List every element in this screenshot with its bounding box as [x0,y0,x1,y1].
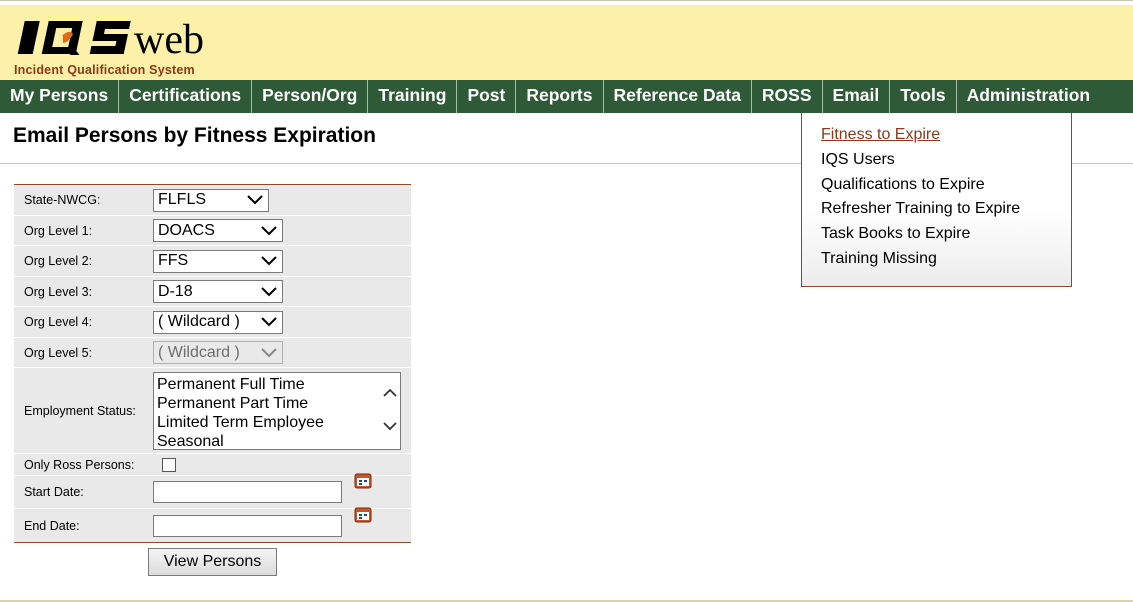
only-ross-checkbox[interactable] [162,457,176,472]
menu-item-iqs-users[interactable]: IQS Users [802,148,1071,173]
org2-select-value: FFS [158,252,189,269]
employment-listbox[interactable]: Permanent Full Time Permanent Part Time … [153,371,401,451]
state-label: State-NWCG: [24,193,101,207]
ross-label: Only Ross Persons: [24,457,135,472]
view-persons-button[interactable]: View Persons [148,548,277,576]
org1-label: Org Level 1: [24,223,93,238]
email-dropdown-menu: Fitness to Expire IQS Users Qualificatio… [801,113,1072,287]
menu-item-training-missing[interactable]: Training Missing [802,247,1071,272]
chevron-down-icon [261,317,277,327]
org4-select-value: ( Wildcard ) [158,313,240,330]
employment-option[interactable]: Permanent Part Time [157,394,400,413]
org2-select[interactable]: FFS [153,249,283,273]
nav-administration[interactable]: Administration [957,80,1100,113]
listbox-scrollbar[interactable] [382,387,398,435]
org5-label: Org Level 5: [24,345,93,360]
chevron-down-icon [261,286,277,296]
org5-select: ( Wildcard ) [153,341,283,364]
nav-email[interactable]: Email [822,80,891,113]
menu-item-qualifications-to-expire[interactable]: Qualifications to Expire [802,173,1071,198]
logo-mark [17,21,131,55]
chevron-down-icon [247,195,263,205]
state-select[interactable]: FLFLS [153,188,269,212]
logo-subtitle: Incident Qualification System [14,63,195,77]
nav-reference-data[interactable]: Reference Data [604,80,752,113]
chevron-down-icon [261,225,277,235]
chevron-up-icon [383,388,397,397]
employment-row: Employment Status: Permanent Full Time P… [14,368,411,454]
employment-option[interactable]: Permanent Full Time [157,375,400,394]
org4-row: Org Level 4: ( Wildcard ) [14,307,411,338]
menu-item-fitness-to-expire[interactable]: Fitness to Expire [802,123,1071,148]
nav-person-org[interactable]: Person/Org [252,80,369,113]
org3-select-value: D-18 [158,282,193,300]
page-title: Email Persons by Fitness Expiration [13,124,376,147]
filter-form: State-NWCG: FLFLS Org Level 1: DOACS Org… [14,184,411,543]
calendar-icon[interactable] [354,473,372,489]
main-nav: My Persons Certifications Person/Org Tra… [0,80,1133,113]
org1-select-value: DOACS [158,221,215,239]
org3-label: Org Level 3: [24,284,93,299]
calendar-icon[interactable] [354,507,372,523]
app-header: web Incident Qualification System [0,5,1133,80]
org5-row: Org Level 5: ( Wildcard ) [14,338,411,368]
logo-web-word: web [134,17,204,63]
nav-ross[interactable]: ROSS [752,80,823,113]
chevron-down-icon [383,421,397,430]
org5-select-value: ( Wildcard ) [158,343,240,361]
nav-training[interactable]: Training [368,80,458,113]
end-date-label: End Date: [24,518,80,533]
end-date-row: End Date: [14,507,411,542]
start-date-input[interactable] [153,481,342,503]
nav-post[interactable]: Post [457,80,517,113]
employment-label: Employment Status: [24,403,136,418]
nav-certifications[interactable]: Certifications [119,80,253,113]
chevron-down-icon [261,347,277,357]
employment-option[interactable]: Seasonal [157,432,400,451]
org3-row: Org Level 3: D-18 [14,277,411,307]
state-select-value: FLFLS [158,191,207,208]
org2-label: Org Level 2: [24,254,93,268]
chevron-down-icon [261,256,277,266]
menu-item-refresher-training-to-expire[interactable]: Refresher Training to Expire [802,197,1071,222]
nav-tools[interactable]: Tools [890,80,957,113]
org3-select[interactable]: D-18 [153,280,283,303]
state-row: State-NWCG: FLFLS [14,185,411,216]
nav-my-persons[interactable]: My Persons [0,80,120,113]
org4-select[interactable]: ( Wildcard ) [153,310,283,334]
org2-row: Org Level 2: FFS [14,246,411,277]
start-date-row: Start Date: [14,473,411,509]
menu-item-task-books-to-expire[interactable]: Task Books to Expire [802,222,1071,247]
org1-select[interactable]: DOACS [153,219,283,242]
nav-reports[interactable]: Reports [516,80,604,113]
employment-option[interactable]: Limited Term Employee [157,413,400,432]
org1-row: Org Level 1: DOACS [14,216,411,246]
start-date-label: Start Date: [24,485,84,499]
org4-label: Org Level 4: [24,315,93,329]
end-date-input[interactable] [153,514,342,537]
ross-row: Only Ross Persons: [14,454,411,476]
iqsweb-logo[interactable]: web Incident Qualification System [12,15,242,77]
